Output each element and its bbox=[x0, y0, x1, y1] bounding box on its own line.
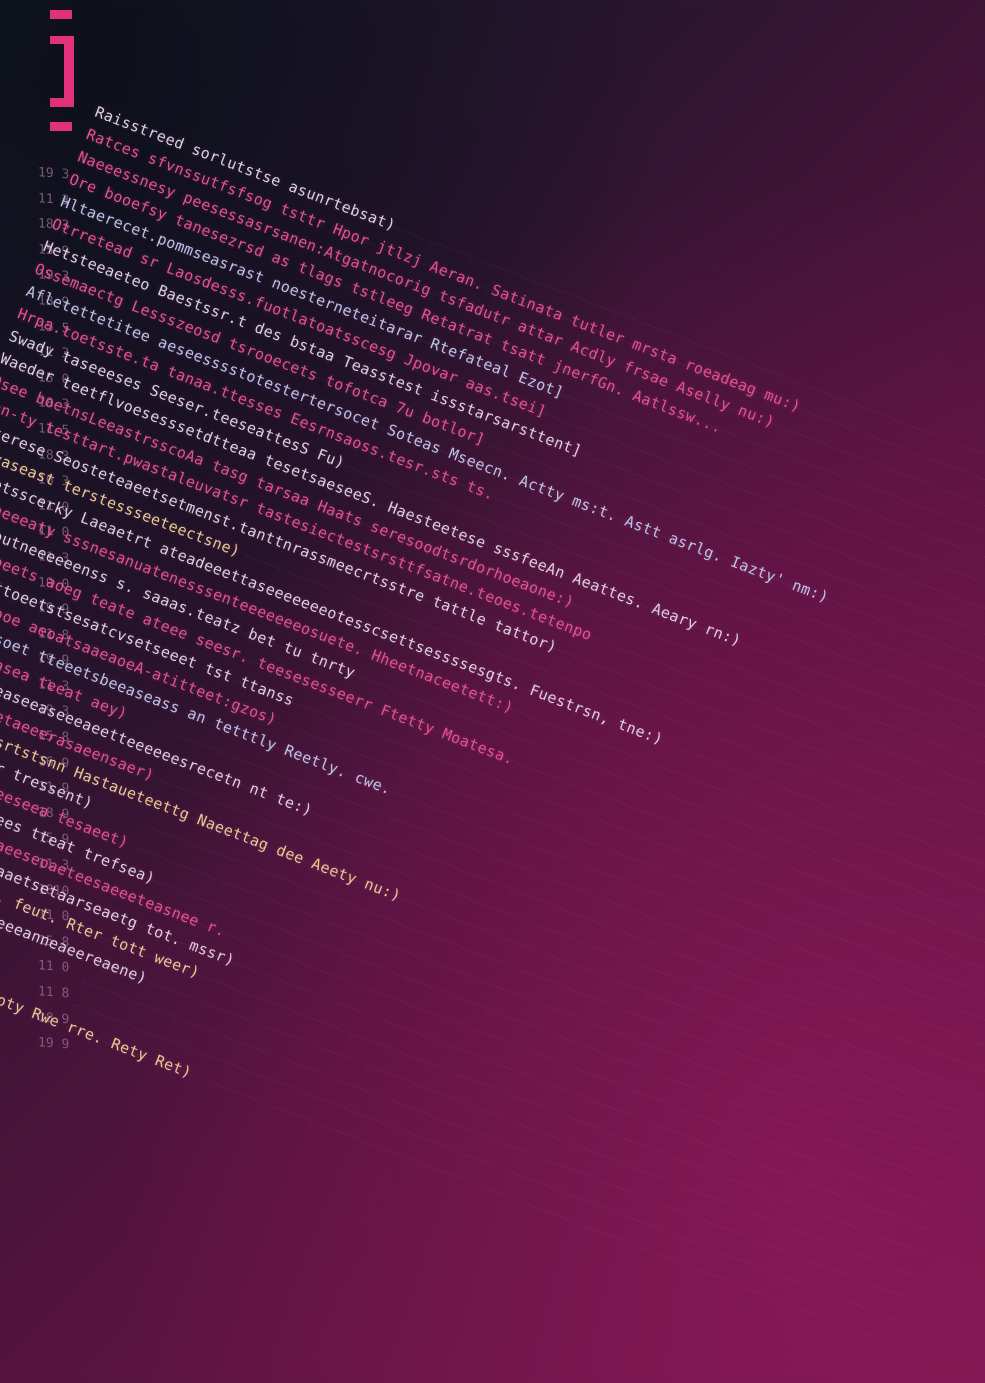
bracket-logo-icon bbox=[50, 10, 80, 138]
code-block: Raisstreed sorlutstse asunrtebsat) Ratces… bbox=[0, 100, 985, 1383]
